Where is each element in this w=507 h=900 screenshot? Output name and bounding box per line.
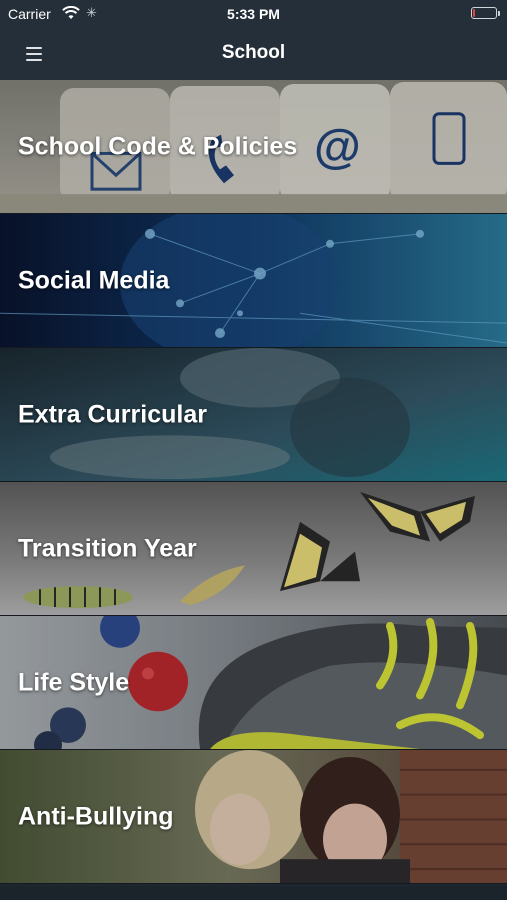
category-tile-school-code-policies[interactable]: @ School Code & Policies xyxy=(0,80,507,214)
navigation-bar: School xyxy=(0,28,507,80)
category-label: Transition Year xyxy=(18,534,197,562)
category-tile-social-media[interactable]: Social Media xyxy=(0,214,507,348)
battery-low-icon xyxy=(471,7,500,19)
category-tile-extra-curricular[interactable]: Extra Curricular xyxy=(0,348,507,482)
status-bar: Carrier ✳ 5:33 PM xyxy=(0,0,507,28)
category-label: Anti-Bullying xyxy=(18,802,174,830)
category-list: @ School Code & Policies Social Media Ex… xyxy=(0,80,507,886)
category-label: Life Style xyxy=(18,668,130,696)
page-title: School xyxy=(221,42,286,63)
category-tile-anti-bullying[interactable]: Anti-Bullying xyxy=(0,750,507,884)
category-tile-transition-year[interactable]: Transition Year xyxy=(0,482,507,616)
bottom-edge xyxy=(0,886,507,900)
battery-level-fill xyxy=(473,9,475,17)
category-label: School Code & Policies xyxy=(18,132,298,160)
category-label: Social Media xyxy=(18,266,170,294)
status-time: 5:33 PM xyxy=(227,6,280,22)
category-tile-life-style[interactable]: Life Style xyxy=(0,616,507,750)
category-label: Extra Curricular xyxy=(18,400,207,428)
